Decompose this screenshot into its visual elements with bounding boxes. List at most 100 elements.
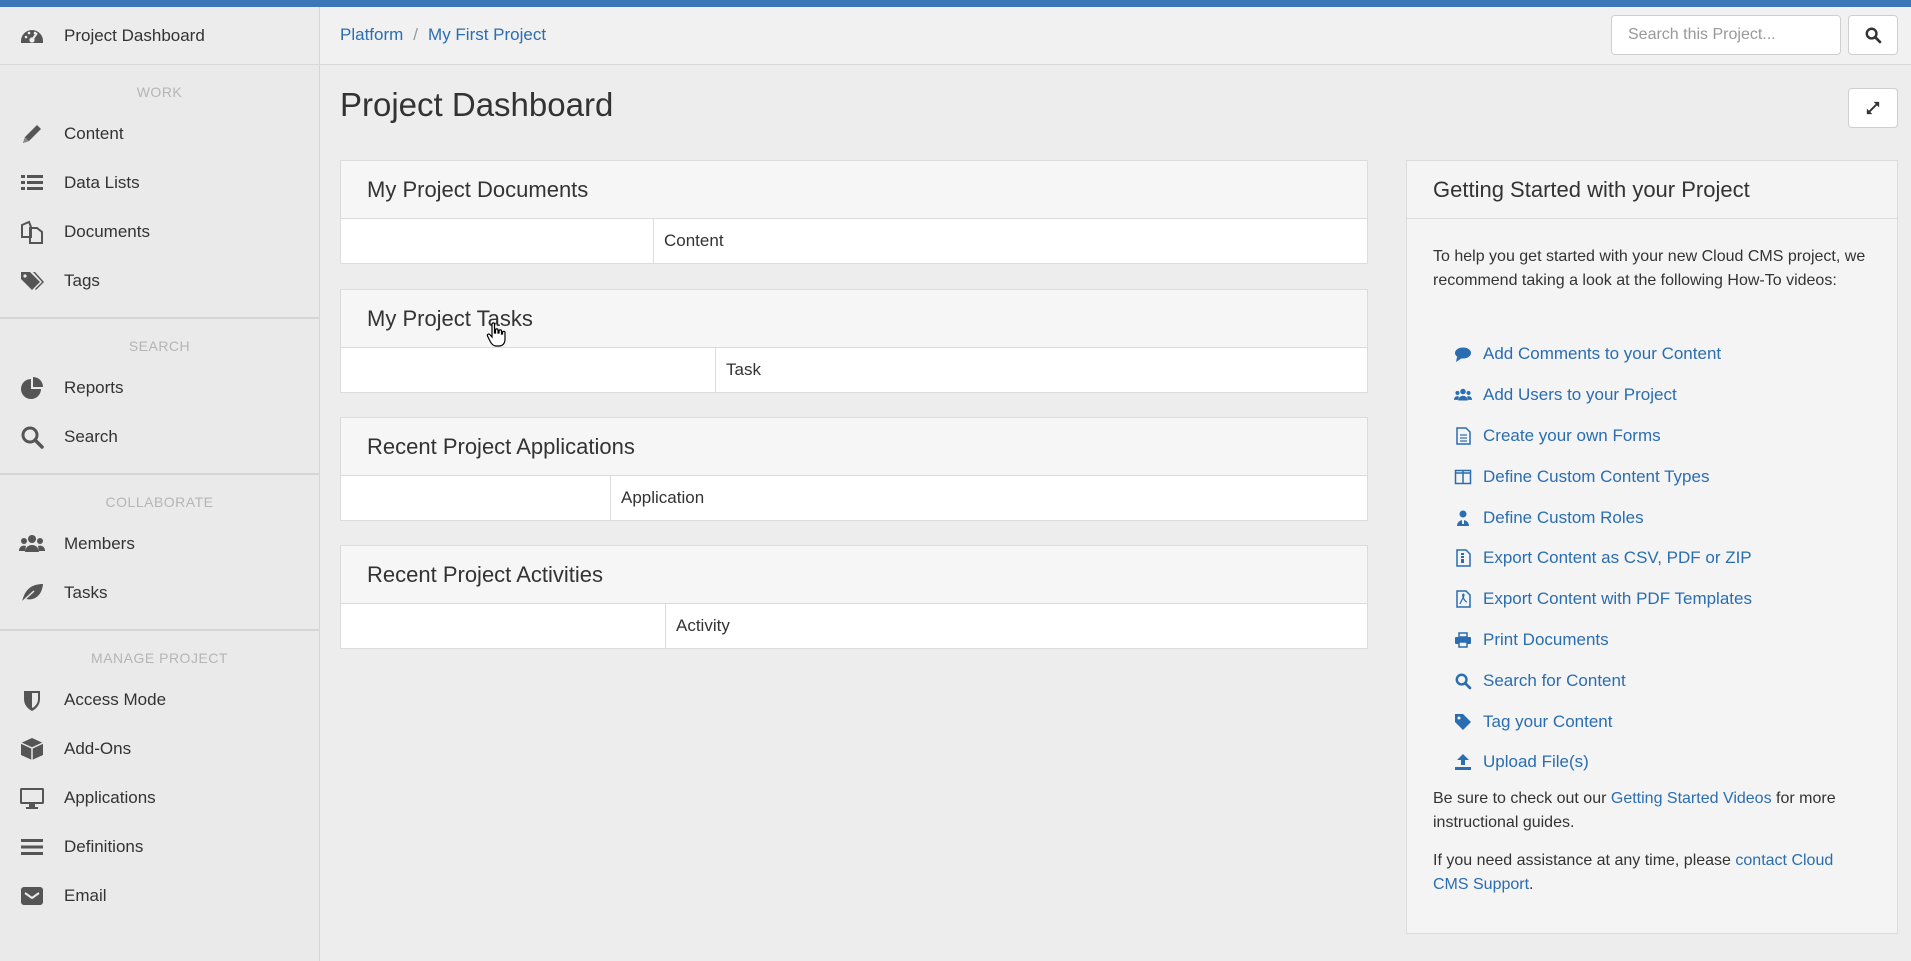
search-icon [1859,21,1887,49]
howto-links: Add Comments to your Content Add Users t… [1451,334,1752,783]
sidebar-item-members[interactable]: Members [0,519,319,568]
comment-icon [1451,342,1475,366]
print-icon [1451,628,1475,652]
sidebar-item-add-ons[interactable]: Add-Ons [0,724,319,773]
section-title-work: WORK [136,84,183,100]
sidebar-item-tags[interactable]: Tags [0,256,319,305]
sidebar-item-email[interactable]: Email [0,871,319,920]
column-header[interactable]: Task [716,348,761,392]
dashboard-icon [18,22,46,50]
users-icon [1451,383,1475,407]
footer-text: . [1529,876,1534,893]
panel-project-documents: My Project Documents Content [340,160,1368,264]
panel-title: Getting Started with your Project [1407,161,1897,219]
shield-icon [18,686,46,714]
search-icon [1451,669,1475,693]
column-header[interactable]: Content [654,219,724,263]
sidebar-item-applications[interactable]: Applications [0,773,319,822]
table-header-cell [341,604,666,648]
howto-link[interactable]: Define Custom Roles [1483,508,1644,528]
panel-recent-activities: Recent Project Activities Activity [340,545,1368,649]
documents-icon [18,218,46,246]
footer-text: If you need assistance at any time, plea… [1433,852,1736,869]
panel-recent-applications: Recent Project Applications Application [340,417,1368,521]
box-icon [18,735,46,763]
howto-link[interactable]: Export Content with PDF Templates [1483,589,1752,609]
list-item: Define Custom Roles [1451,497,1752,538]
howto-link[interactable]: Add Comments to your Content [1483,344,1721,364]
breadcrumb-platform[interactable]: Platform [340,25,403,44]
table-header-cell [341,476,611,520]
email-icon [18,882,46,910]
top-header: Platform / My First Project [320,7,1911,65]
hand-cursor-icon [486,322,506,347]
columns-icon [1451,465,1475,489]
tag-icon [1451,710,1475,734]
table-header-cell [341,219,654,263]
panel-title: My Project Documents [341,161,1367,219]
fullscreen-button[interactable] [1848,88,1898,128]
section-title-search: SEARCH [128,338,191,354]
sidebar-item-label: Applications [64,787,156,807]
howto-link[interactable]: Define Custom Content Types [1483,467,1709,487]
list-item: Add Comments to your Content [1451,334,1752,375]
howto-link[interactable]: Export Content as CSV, PDF or ZIP [1483,548,1752,568]
intro-text: To help you get started with your new Cl… [1433,248,1866,289]
section-title-collaborate: COLLABORATE [105,494,214,510]
sidebar-item-label: Email [64,885,107,905]
table-header-row: Task [341,348,1367,392]
page-title: Project Dashboard [340,86,614,123]
sidebar-item-tasks[interactable]: Tasks [0,568,319,617]
pie-chart-icon [18,374,46,402]
getting-started-videos-link[interactable]: Getting Started Videos [1611,790,1772,807]
project-search-input[interactable] [1611,15,1841,55]
breadcrumb: Platform / My First Project [340,25,546,45]
sidebar-item-label: Members [64,533,135,553]
sidebar-item-reports[interactable]: Reports [0,363,319,412]
sidebar-item-label: Tasks [64,582,108,602]
sidebar-item-label: Access Mode [64,689,167,709]
sidebar: Project Dashboard WORK Content Data List… [0,7,320,961]
pencil-icon [18,120,46,148]
list-item: Create your own Forms [1451,416,1752,457]
breadcrumb-separator: / [413,25,419,44]
footer-text-support: If you need assistance at any time, plea… [1433,849,1873,897]
sidebar-item-search[interactable]: Search [0,412,319,461]
sidebar-item-label: Content [64,123,124,143]
list-item: Export Content as CSV, PDF or ZIP [1451,538,1752,579]
list-item: Search for Content [1451,660,1752,701]
sidebar-item-label: Reports [64,377,124,397]
howto-link[interactable]: Print Documents [1483,630,1609,650]
howto-link[interactable]: Upload File(s) [1483,752,1589,772]
sidebar-item-definitions[interactable]: Definitions [0,822,319,871]
howto-link[interactable]: Search for Content [1483,671,1626,691]
sidebar-item-project-dashboard[interactable]: Project Dashboard [0,7,319,65]
form-icon [1451,424,1475,448]
expand-icon [1859,94,1887,122]
sidebar-item-content[interactable]: Content [0,109,319,158]
breadcrumb-project[interactable]: My First Project [428,25,546,44]
sidebar-item-label: Tags [64,270,100,290]
howto-link[interactable]: Create your own Forms [1483,426,1661,446]
user-role-icon [1451,506,1475,530]
table-header-row: Content [341,219,1367,263]
column-header[interactable]: Application [611,476,704,520]
howto-link[interactable]: Tag your Content [1483,712,1612,732]
search-button[interactable] [1848,15,1898,55]
sidebar-item-label: Definitions [64,836,144,856]
table-header-row: Activity [341,604,1367,648]
panel-title: Recent Project Applications [341,418,1367,476]
list-item: Define Custom Content Types [1451,456,1752,497]
leaf-icon [18,579,46,607]
column-header[interactable]: Activity [666,604,730,648]
sidebar-item-documents[interactable]: Documents [0,207,319,256]
tags-icon [18,267,46,295]
sidebar-item-access-mode[interactable]: Access Mode [0,675,319,724]
footer-text: Be sure to check out our [1433,790,1611,807]
file-zip-icon [1451,546,1475,570]
search-icon [18,423,46,451]
sidebar-item-data-lists[interactable]: Data Lists [0,158,319,207]
sidebar-item-label: Add-Ons [64,738,132,758]
sidebar-header-label: Project Dashboard [64,25,205,45]
howto-link[interactable]: Add Users to your Project [1483,385,1677,405]
